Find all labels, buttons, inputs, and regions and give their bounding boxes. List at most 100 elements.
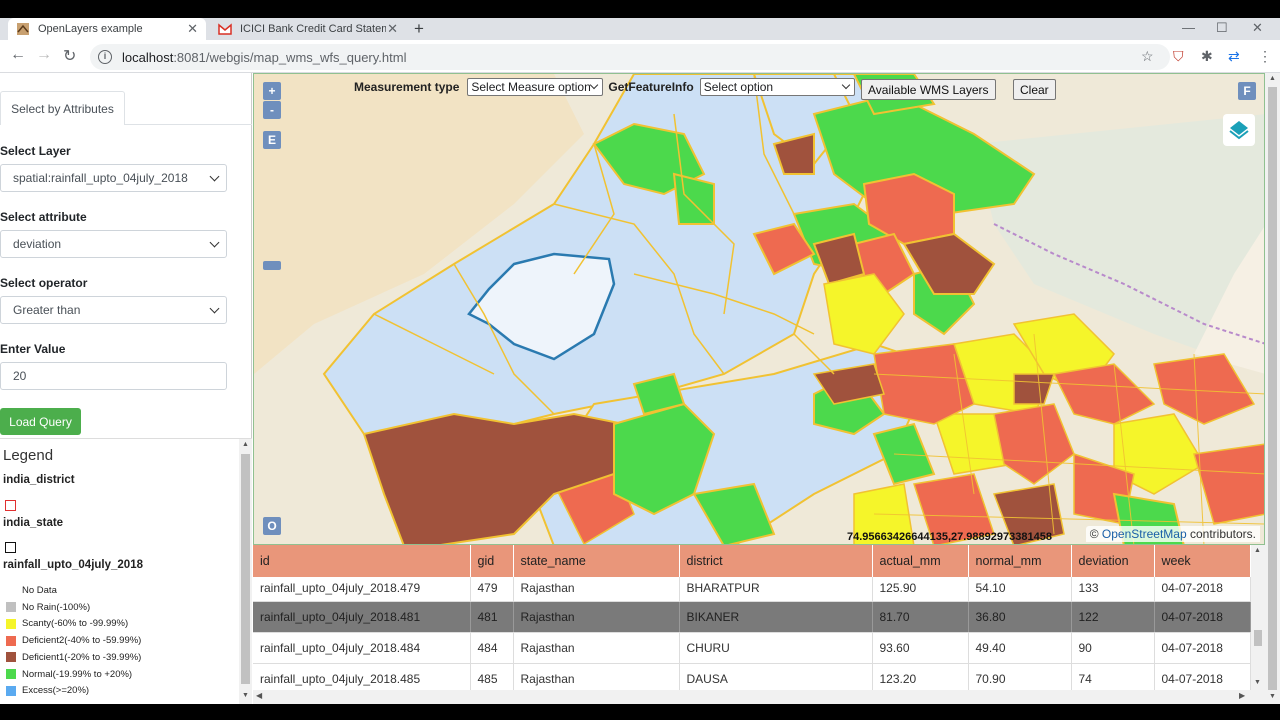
table-cell: 04-07-2018 [1154,601,1251,633]
tab-strip: OpenLayers example ✕ ICICI Bank Credit C… [0,18,1280,40]
zoom-in-button[interactable]: + [263,82,281,100]
scroll-up-icon[interactable]: ▲ [1254,547,1261,554]
page-scrollbar[interactable]: ▲ ▼ [1265,73,1280,704]
legend-title: Legend [3,447,54,464]
legend-scroll-thumb[interactable] [241,454,250,684]
browser-window: OpenLayers example ✕ ICICI Bank Credit C… [0,18,1280,704]
legend-item: Scanty(-60% to -99.99%) [6,618,128,629]
query-results-table: id gid state_name district actual_mm nor… [253,545,1251,695]
table-body: rainfall_upto_04july_2018.479 479 Rajastha… [253,577,1251,695]
site-info-icon[interactable]: i [98,50,112,64]
table-scroll-thumb[interactable] [1254,630,1262,646]
column-header[interactable]: id [253,545,471,577]
attribute-select-value: deviation [13,237,62,251]
close-window-icon[interactable]: ✕ [1252,20,1263,36]
map-view[interactable]: + - E F O Measurement type Select Measur… [253,73,1265,545]
tab-select-by-attributes[interactable]: Select by Attributes [0,91,125,125]
legend-swatch [6,585,16,596]
column-header[interactable]: week [1154,545,1251,577]
scroll-up-icon[interactable]: ▲ [1269,75,1276,82]
forward-icon[interactable]: → [36,46,52,64]
column-header[interactable]: state_name [513,545,680,577]
close-tab-icon[interactable]: ✕ [387,21,398,37]
scroll-up-icon[interactable]: ▲ [242,441,249,448]
scroll-right-icon[interactable]: ▶ [1239,691,1245,700]
column-header[interactable]: deviation [1071,545,1155,577]
column-header[interactable]: actual_mm [872,545,969,577]
zoom-slider-thumb[interactable] [263,261,281,270]
legend-item-label: No Data [22,585,57,596]
tab-title: OpenLayers example [38,23,143,35]
table-cell: 81.70 [872,601,969,633]
table-cell: 133 [1071,577,1155,602]
fullscreen-button[interactable]: F [1238,82,1256,100]
page-scroll-thumb[interactable] [1268,87,1277,690]
layer-switcher-button[interactable] [1223,114,1255,146]
legend-item-label: No Rain(-100%) [22,601,91,613]
table-cell: BIKANER [679,601,873,633]
chevron-down-icon [590,80,599,90]
load-query-button[interactable]: Load Query [0,408,81,435]
sync-icon[interactable]: ⇄ [1228,48,1240,65]
legend-item-label: Excess(>=20%) [22,685,90,697]
extensions-puzzle-icon[interactable]: ✱ [1201,48,1213,65]
scroll-left-icon[interactable]: ◀ [256,691,262,700]
table-row[interactable]: rainfall_upto_04july_2018.484 484 Rajastha… [253,632,1251,664]
extension-shield-icon[interactable]: ⛉ [1173,48,1184,65]
select-layer-label: Select Layer [0,144,71,158]
table-cell: 36.80 [968,601,1072,633]
tab-divider [125,124,252,125]
table-cell: 484 [470,632,514,664]
available-wms-layers-button[interactable]: Available WMS Layers [861,79,996,100]
zoom-to-extent-button[interactable]: E [263,131,281,149]
bookmark-star-icon[interactable]: ☆ [1141,48,1154,65]
layers-icon [1229,121,1249,140]
close-tab-icon[interactable]: ✕ [187,21,198,37]
new-tab-icon[interactable]: + [414,19,424,39]
scroll-down-icon[interactable]: ▼ [1254,679,1261,686]
clear-button[interactable]: Clear [1013,79,1056,100]
table-cell: 481 [470,601,514,633]
scroll-down-icon[interactable]: ▼ [242,692,249,699]
overview-map-button[interactable]: O [263,517,281,535]
measurement-type-select[interactable]: Select Measure option [467,78,604,96]
legend-item: No Rain(-100%) [6,602,90,613]
district-symbol-icon [5,500,16,511]
column-header[interactable]: gid [470,545,514,577]
table-row[interactable]: rainfall_upto_04july_2018.479 479 Rajastha… [253,577,1251,602]
reload-icon[interactable]: ↻ [63,46,76,66]
tab-title: ICICI Bank Credit Card Statement [240,23,386,35]
chevron-down-icon [209,171,220,182]
maximize-icon[interactable]: ☐ [1216,20,1228,36]
getfeatureinfo-select[interactable]: Select option [699,78,855,96]
column-header[interactable]: district [679,545,873,577]
table-vertical-scrollbar[interactable]: ▲ ▼ [1251,545,1265,704]
table-header-row: id gid state_name district actual_mm nor… [253,545,1251,577]
address-bar[interactable]: i localhost:8081/webgis/map_wms_wfs_quer… [90,44,1170,70]
url-path: :8081/webgis/map_wms_wfs_query.html [173,49,407,65]
tab-icici[interactable]: ICICI Bank Credit Card Statement ✕ [210,18,406,40]
legend-swatch [6,669,16,679]
table-horizontal-scrollbar[interactable]: ◀ ▶ [253,690,1251,704]
zoom-out-button[interactable]: - [263,101,281,119]
table-row[interactable]: rainfall_upto_04july_2018.481 481 Rajastha… [253,601,1251,633]
table-cell: Rajasthan [513,601,680,633]
legend-swatch [6,685,16,696]
tab-openlayers[interactable]: OpenLayers example ✕ [8,18,206,40]
browser-toolbar: ← → ↻ i localhost:8081/webgis/map_wms_wf… [0,40,1280,73]
legend-item-label: Scanty(-60% to -99.99%) [22,618,129,630]
attribute-select[interactable]: deviation [0,230,227,258]
layer-select[interactable]: spatial:rainfall_upto_04july_2018 [0,164,227,192]
openstreetmap-link[interactable]: OpenStreetMap [1102,527,1187,541]
legend-item-label: Normal(-19.99% to +20%) [22,668,133,680]
operator-select[interactable]: Greater than [0,296,227,324]
value-input[interactable]: 20 [0,362,227,390]
menu-kebab-icon[interactable]: ⋮ [1258,48,1272,65]
minimize-icon[interactable]: — [1182,20,1195,35]
back-icon[interactable]: ← [10,46,26,64]
scroll-down-icon[interactable]: ▼ [1269,693,1276,700]
enter-value-label: Enter Value [0,342,66,356]
column-header[interactable]: normal_mm [968,545,1072,577]
legend-scrollbar[interactable]: ▲ ▼ [239,439,252,704]
legend: Legend india_district india_state rainfa… [0,439,238,704]
